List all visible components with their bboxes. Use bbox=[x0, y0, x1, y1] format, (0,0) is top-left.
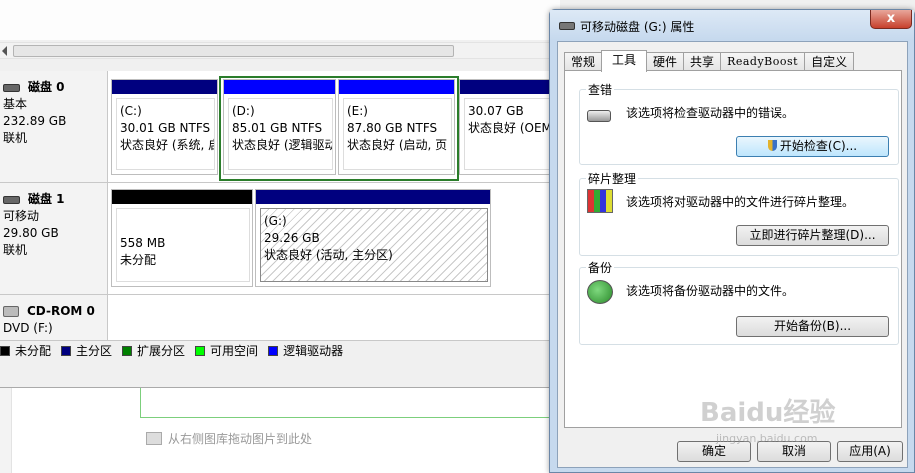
partition-status: 未分配 bbox=[120, 253, 157, 267]
legend-swatch bbox=[122, 345, 133, 356]
button-label: 开始检查(C)... bbox=[779, 139, 858, 153]
disk-row: 磁盘 0 基本 232.89 GB 联机 (C:) 30.01 GB NTFS 状态… bbox=[0, 71, 560, 183]
disk-size: 29.80 GB bbox=[3, 226, 59, 240]
horizontal-scrollbar[interactable] bbox=[0, 42, 560, 59]
backup-group: 备份 该选项将备份驱动器中的文件。 开始备份(B)... bbox=[579, 259, 899, 345]
partition-size: 29.26 GB bbox=[264, 231, 320, 245]
drop-hint-text: 从右侧图库拖动图片到此处 bbox=[168, 432, 313, 446]
watermark-url: jingyan.baidu.com bbox=[716, 432, 818, 445]
disk-size: 232.89 GB bbox=[3, 114, 67, 128]
disk-info[interactable]: 磁盘 1 可移动 29.80 GB 联机 bbox=[0, 183, 108, 294]
partition-size: 558 MB bbox=[120, 236, 166, 250]
group-text: 该选项将对驱动器中的文件进行碎片整理。 bbox=[626, 195, 855, 209]
partition-status: 状态良好 (活动, 主分区) bbox=[264, 248, 393, 262]
partition-label: (C:) bbox=[120, 104, 142, 118]
backup-icon bbox=[587, 280, 613, 304]
drive-icon bbox=[559, 22, 575, 30]
editor-gutter bbox=[0, 388, 12, 473]
disk-row: 磁盘 1 可移动 29.80 GB 联机 558 MB 未分配 (G:) 29.26… bbox=[0, 183, 560, 295]
disk-status: 联机 bbox=[3, 131, 28, 145]
legend-label: 未分配 bbox=[15, 344, 52, 358]
group-label: 备份 bbox=[586, 259, 615, 276]
disk-type: 可移动 bbox=[3, 209, 40, 223]
legend-label: 主分区 bbox=[76, 344, 113, 358]
tab-general[interactable]: 常规 bbox=[564, 52, 603, 71]
tab-customize[interactable]: 自定义 bbox=[804, 52, 855, 71]
legend-swatch bbox=[195, 345, 206, 356]
tools-page: 查错 该选项将检查驱动器中的错误。 开始检查(C)... 碎片整理 该选项将对驱… bbox=[564, 70, 902, 428]
group-label: 查错 bbox=[586, 81, 615, 98]
group-text: 该选项将检查驱动器中的错误。 bbox=[626, 106, 795, 120]
partition-size: 30.01 GB NTFS bbox=[120, 121, 211, 135]
legend-label: 可用空间 bbox=[210, 344, 259, 358]
legend-item: 可用空间 bbox=[195, 342, 258, 359]
legend: 未分配 主分区 扩展分区 可用空间 逻辑驱动器 bbox=[0, 340, 560, 360]
defrag-now-button[interactable]: 立即进行碎片整理(D)... bbox=[736, 225, 889, 246]
group-label: 碎片整理 bbox=[586, 170, 639, 187]
disk-icon bbox=[3, 83, 20, 92]
partition-oem[interactable]: 30.07 GB 状态良好 (OEM bbox=[459, 79, 560, 175]
defrag-group: 碎片整理 该选项将对驱动器中的文件进行碎片整理。 立即进行碎片整理(D)... bbox=[579, 170, 899, 256]
partition-bar bbox=[112, 80, 217, 94]
disk-type: 基本 bbox=[3, 97, 28, 111]
partition-status: 状态良好 (OEM bbox=[468, 121, 552, 135]
image-icon bbox=[146, 432, 162, 445]
legend-label: 扩展分区 bbox=[137, 344, 186, 358]
tab-sharing[interactable]: 共享 bbox=[683, 52, 722, 71]
legend-swatch bbox=[61, 345, 72, 356]
legend-swatch bbox=[268, 345, 279, 356]
partition-c[interactable]: (C:) 30.01 GB NTFS 状态良好 (系统, 启 bbox=[111, 79, 218, 175]
disk-status: 联机 bbox=[3, 243, 28, 257]
screen: 从右侧图库拖动图片到此处 磁盘 0 基本 232.89 GB 联机 (C:) 30… bbox=[0, 0, 915, 473]
disk-info[interactable]: 磁盘 0 基本 232.89 GB 联机 bbox=[0, 71, 108, 182]
drive-icon bbox=[587, 104, 613, 128]
watermark: Baidu经验 bbox=[700, 398, 836, 428]
dialog-titlebar[interactable]: 可移动磁盘 (G:) 属性 x bbox=[550, 10, 914, 40]
scroll-left-icon[interactable] bbox=[2, 46, 7, 56]
disk-list: 磁盘 0 基本 232.89 GB 联机 (C:) 30.01 GB NTFS 状态… bbox=[0, 71, 560, 341]
tab-hardware[interactable]: 硬件 bbox=[646, 52, 685, 71]
close-button[interactable]: x bbox=[870, 10, 912, 29]
tab-strip: 常规 工具 硬件 共享 ReadyBoost 自定义 bbox=[564, 50, 855, 72]
defrag-icon bbox=[587, 189, 613, 213]
apply-button[interactable]: 应用(A) bbox=[837, 441, 903, 462]
extended-partition-outline[interactable] bbox=[219, 76, 459, 181]
backup-now-button[interactable]: 开始备份(B)... bbox=[736, 316, 889, 337]
disk-row: CD-ROM 0 DVD (F:) bbox=[0, 295, 560, 341]
drop-area[interactable] bbox=[140, 388, 550, 418]
cdrom-icon bbox=[3, 306, 19, 317]
scroll-thumb[interactable] bbox=[13, 45, 454, 57]
drop-hint: 从右侧图库拖动图片到此处 bbox=[146, 430, 312, 447]
partition-label: (G:) bbox=[264, 214, 287, 228]
disk-name: 磁盘 1 bbox=[28, 192, 65, 206]
volume-list-area bbox=[0, 0, 560, 40]
partition-g[interactable]: (G:) 29.26 GB 状态良好 (活动, 主分区) bbox=[255, 189, 491, 287]
disk-management-window: 磁盘 0 基本 232.89 GB 联机 (C:) 30.01 GB NTFS 状态… bbox=[0, 0, 560, 388]
partition-bar bbox=[256, 190, 490, 204]
check-now-button[interactable]: 开始检查(C)... bbox=[736, 136, 889, 157]
partition-size: 30.07 GB bbox=[468, 104, 524, 118]
partition-bar bbox=[460, 80, 560, 94]
uac-shield-icon bbox=[767, 140, 777, 151]
tab-readyboost[interactable]: ReadyBoost bbox=[720, 52, 806, 71]
disk-name: 磁盘 0 bbox=[28, 80, 65, 94]
error-check-group: 查错 该选项将检查驱动器中的错误。 开始检查(C)... bbox=[579, 81, 899, 165]
group-text: 该选项将备份驱动器中的文件。 bbox=[626, 284, 795, 298]
legend-swatch bbox=[0, 345, 10, 356]
background-editor: 从右侧图库拖动图片到此处 bbox=[0, 388, 560, 473]
disk-info[interactable]: CD-ROM 0 DVD (F:) bbox=[0, 295, 108, 341]
partition-bar bbox=[112, 190, 252, 204]
legend-item: 主分区 bbox=[61, 342, 112, 359]
disk-type: DVD (F:) bbox=[3, 321, 53, 335]
legend-label: 逻辑驱动器 bbox=[283, 344, 344, 358]
tab-tools[interactable]: 工具 bbox=[601, 50, 648, 72]
dialog-title: 可移动磁盘 (G:) 属性 bbox=[580, 20, 695, 34]
partition-status: 状态良好 (系统, 启 bbox=[120, 138, 215, 152]
legend-item: 扩展分区 bbox=[122, 342, 185, 359]
disk-name: CD-ROM 0 bbox=[27, 304, 95, 318]
legend-item: 未分配 bbox=[0, 342, 51, 359]
disk-icon bbox=[3, 195, 20, 204]
legend-item: 逻辑驱动器 bbox=[268, 342, 343, 359]
partition-unallocated[interactable]: 558 MB 未分配 bbox=[111, 189, 253, 287]
